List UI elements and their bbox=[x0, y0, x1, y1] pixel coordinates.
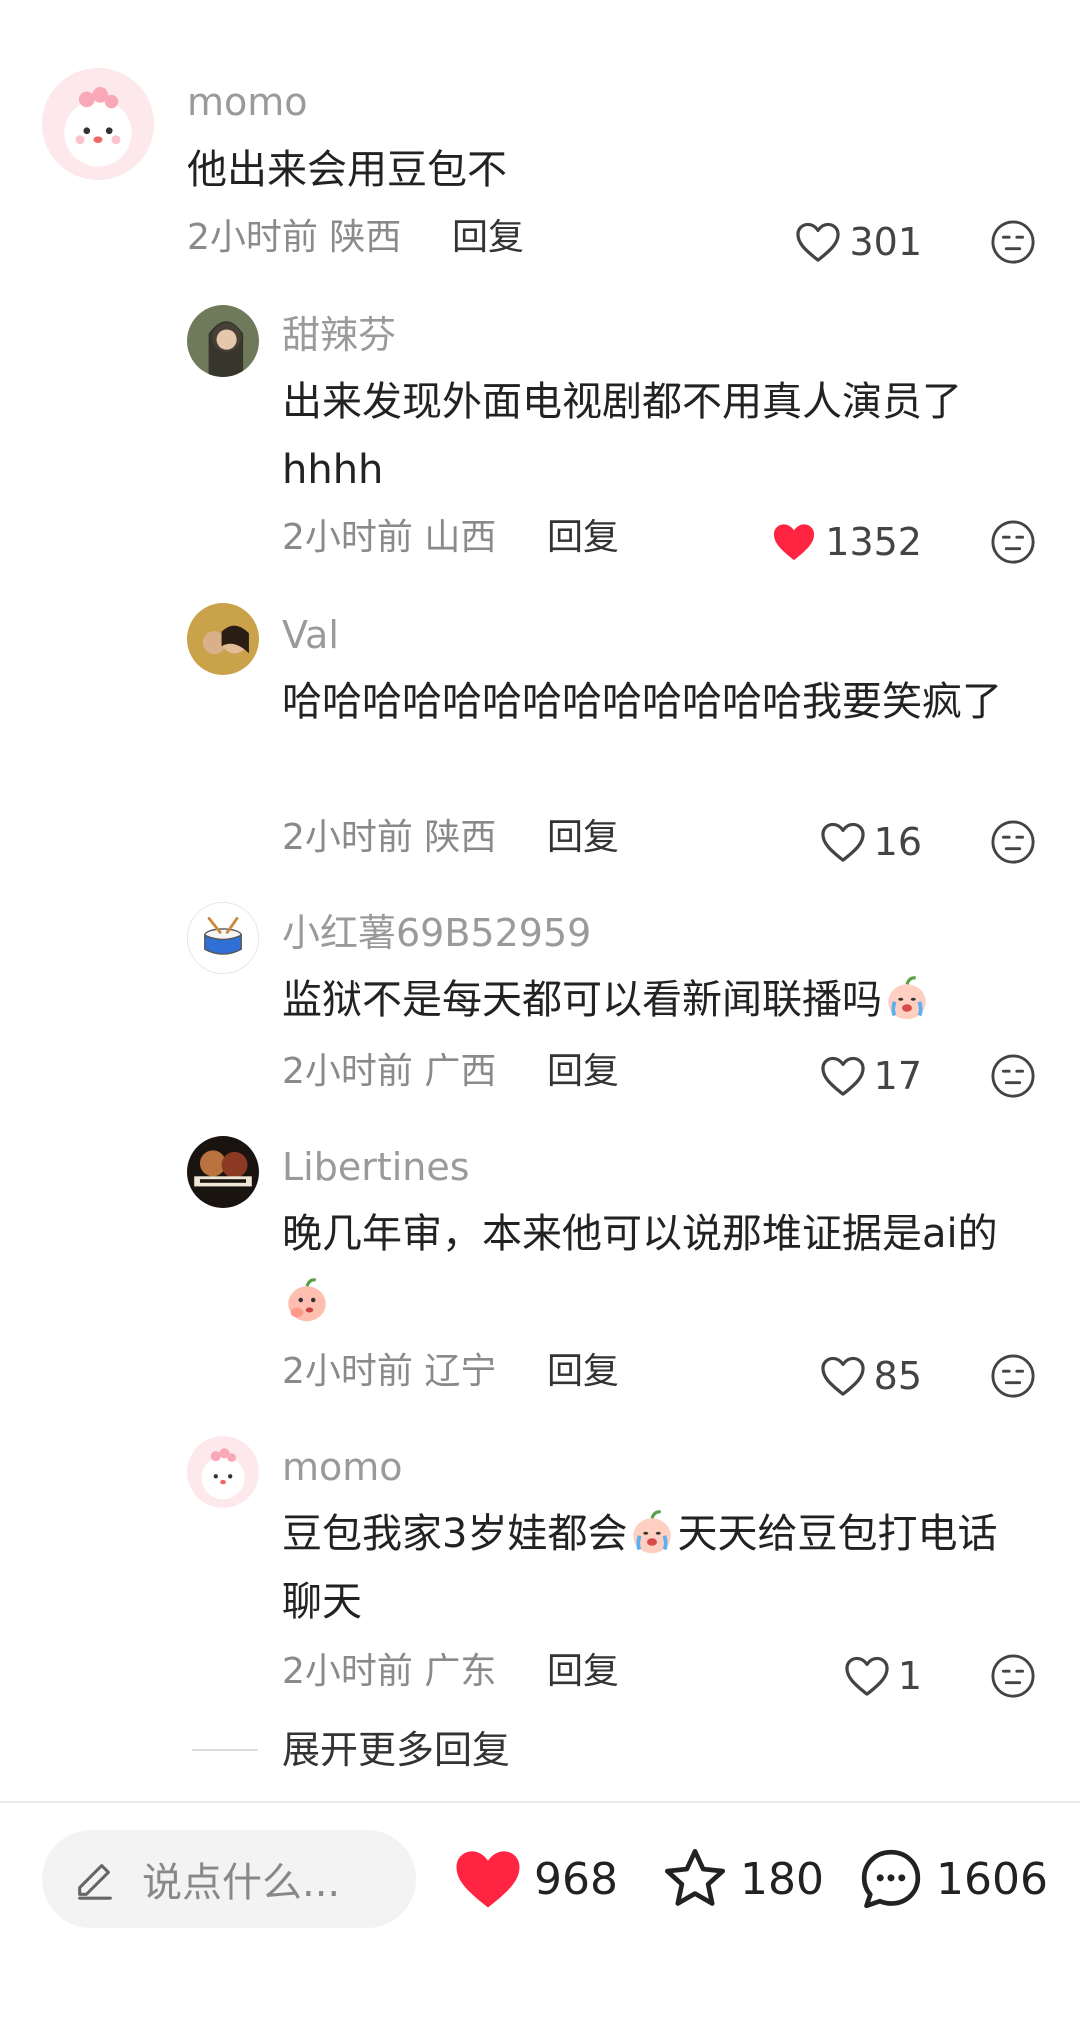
comment-time: 2小时前 bbox=[282, 517, 413, 558]
dislike-face-icon[interactable] bbox=[990, 219, 1036, 265]
like-button[interactable]: 1 bbox=[844, 1652, 922, 1700]
like-count: 85 bbox=[873, 1354, 922, 1398]
username[interactable]: momo bbox=[282, 1444, 403, 1490]
avatar-cartoon-icon bbox=[187, 1436, 259, 1508]
heart-filled-icon bbox=[456, 1851, 520, 1908]
crying-peach-emoji bbox=[888, 976, 926, 1020]
username[interactable]: 小红薯69B52959 bbox=[282, 910, 591, 956]
avatar-cartoon-icon bbox=[42, 68, 154, 180]
comment-text: 他出来会用豆包不 bbox=[187, 147, 507, 193]
like-button[interactable]: 16 bbox=[820, 818, 922, 866]
avatar[interactable] bbox=[187, 603, 259, 675]
reply-button[interactable]: 回复 bbox=[547, 1649, 619, 1695]
like-button[interactable]: 1352 bbox=[771, 518, 922, 566]
comment-time: 2小时前 bbox=[282, 817, 413, 858]
comment-stat-button[interactable]: 1606 bbox=[856, 1836, 1048, 1922]
like-count: 1352 bbox=[825, 520, 922, 564]
reply-button[interactable]: 回复 bbox=[547, 1049, 619, 1095]
comment-meta: 2小时前 辽宁 bbox=[282, 1349, 496, 1395]
comment-total: 1606 bbox=[936, 1853, 1048, 1905]
comment-meta: 2小时前 广西 bbox=[282, 1049, 496, 1095]
username[interactable]: Val bbox=[282, 612, 339, 658]
heart-outline-icon bbox=[820, 822, 865, 862]
dislike-face-icon[interactable] bbox=[990, 1053, 1036, 1099]
comment-input-placeholder: 说点什么... bbox=[142, 1860, 341, 1906]
heart-outline-icon bbox=[820, 1056, 865, 1096]
reply-button[interactable]: 回复 bbox=[547, 815, 619, 861]
like-button[interactable]: 301 bbox=[795, 218, 922, 266]
like-count: 301 bbox=[849, 220, 922, 264]
comment-text: 晚几年审，本来他可以说那堆证据是ai的 bbox=[282, 1200, 1022, 1336]
comment-meta: 2小时前 陕西 bbox=[282, 815, 496, 861]
like-stat-button[interactable]: 968 bbox=[452, 1836, 618, 1922]
like-button[interactable]: 85 bbox=[820, 1352, 922, 1400]
avatar[interactable] bbox=[187, 1136, 259, 1208]
comment-region: 广西 bbox=[424, 1051, 497, 1092]
comment-region: 广东 bbox=[424, 1651, 497, 1692]
avatar[interactable] bbox=[187, 305, 259, 377]
reply-button[interactable]: 回复 bbox=[547, 515, 619, 561]
reply-button[interactable]: 回复 bbox=[547, 1349, 619, 1395]
username[interactable]: 甜辣芬 bbox=[282, 312, 396, 358]
comment-text-body: 晚几年审，本来他可以说那堆证据是ai的 bbox=[282, 1211, 998, 1257]
comment-meta: 2小时前 广东 bbox=[282, 1649, 496, 1695]
dislike-face-icon[interactable] bbox=[990, 1353, 1036, 1399]
like-count: 17 bbox=[873, 1054, 922, 1098]
comment-text-body: 监狱不是每天都可以看新闻联播吗 bbox=[282, 977, 882, 1023]
heart-outline-icon bbox=[796, 222, 841, 262]
avatar[interactable] bbox=[187, 902, 259, 974]
comment-time: 2小时前 bbox=[282, 1651, 413, 1692]
avatar-photo-icon bbox=[187, 603, 259, 675]
comment-text: 监狱不是每天都可以看新闻联播吗 bbox=[282, 966, 1042, 1034]
like-total: 968 bbox=[534, 1853, 618, 1905]
comment-region: 辽宁 bbox=[424, 1351, 497, 1392]
crying-peach-emoji bbox=[633, 1510, 672, 1554]
dislike-face-icon[interactable] bbox=[990, 1653, 1036, 1699]
avatar-photo-icon bbox=[187, 305, 259, 377]
dislike-face-icon[interactable] bbox=[990, 819, 1036, 865]
reply-button[interactable]: 回复 bbox=[452, 215, 524, 261]
username[interactable]: Libertines bbox=[282, 1144, 470, 1190]
favorite-total: 180 bbox=[740, 1853, 824, 1905]
avatar[interactable] bbox=[42, 68, 154, 180]
username[interactable]: momo bbox=[187, 79, 308, 125]
comment-region: 陕西 bbox=[424, 817, 497, 858]
pencil-icon bbox=[78, 1864, 112, 1900]
like-count: 16 bbox=[873, 820, 922, 864]
avatar[interactable] bbox=[187, 1436, 259, 1508]
expand-more-replies-button[interactable]: 展开更多回复 bbox=[282, 1727, 510, 1773]
comment-region: 山西 bbox=[424, 517, 497, 558]
comment-region: 陕西 bbox=[329, 217, 402, 258]
avatar-album-icon bbox=[187, 1136, 259, 1208]
comment-text: 哈哈哈哈哈哈哈哈哈哈哈哈哈我要笑疯了 bbox=[282, 679, 1002, 725]
dislike-face-icon[interactable] bbox=[990, 519, 1036, 565]
expand-divider bbox=[192, 1749, 258, 1751]
comment-input[interactable]: 说点什么... bbox=[42, 1830, 416, 1928]
comment-meta: 2小时前 陕西 bbox=[187, 215, 401, 261]
comment-text-part: 豆包我家3岁娃都会 bbox=[282, 1511, 628, 1557]
peach-thinking-emoji bbox=[288, 1278, 326, 1322]
comment-text: 豆包我家3岁娃都会 天天给豆包打电话聊天 bbox=[282, 1500, 1022, 1636]
like-count: 1 bbox=[897, 1654, 922, 1698]
star-icon bbox=[664, 1848, 726, 1906]
favorite-stat-button[interactable]: 180 bbox=[660, 1836, 824, 1922]
comment-time: 2小时前 bbox=[282, 1351, 413, 1392]
comment-meta: 2小时前 山西 bbox=[282, 515, 496, 561]
bottom-action-bar: 说点什么... 968 180 1606 bbox=[0, 1803, 1080, 2044]
comment-time: 2小时前 bbox=[187, 217, 318, 258]
comment-bubble-icon bbox=[861, 1849, 921, 1909]
heart-outline-icon bbox=[845, 1656, 889, 1696]
heart-outline-icon bbox=[820, 1356, 865, 1396]
heart-filled-icon bbox=[774, 524, 815, 561]
comment-time: 2小时前 bbox=[282, 1051, 413, 1092]
like-button[interactable]: 17 bbox=[820, 1052, 922, 1100]
drum-icon bbox=[188, 903, 258, 973]
comment-text: 出来发现外面电视剧都不用真人演员了hhhh bbox=[282, 379, 962, 493]
